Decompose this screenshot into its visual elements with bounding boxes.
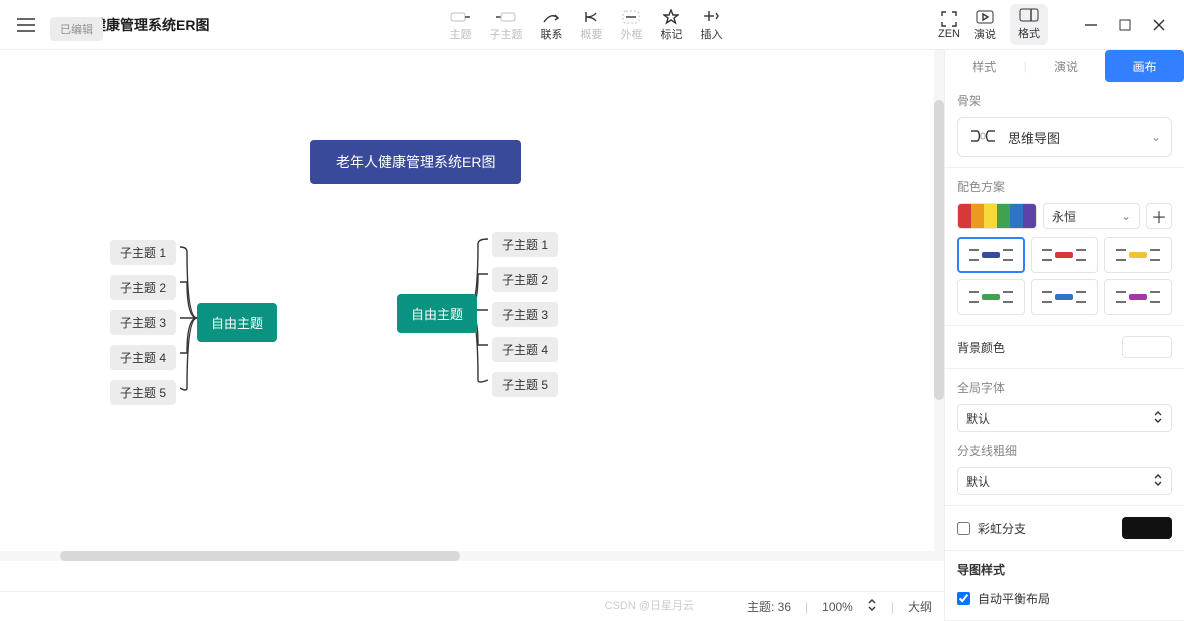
float2-sub-1[interactable]: 子主题 1 [492,232,558,257]
scheme-thumb[interactable] [1031,279,1099,315]
format-icon [1019,8,1039,25]
float2-sub-4[interactable]: 子主题 4 [492,337,558,362]
rainbow-color-swatch[interactable] [1122,517,1172,539]
skeleton-select[interactable]: 思维导图 ⌄ [957,117,1172,157]
maximize-button[interactable] [1116,18,1134,32]
scheme-thumb[interactable] [957,279,1025,315]
colors-label: 配色方案 [957,178,1172,195]
tool-subtopic[interactable]: 子主题 [489,8,522,42]
font-label: 全局字体 [957,379,1172,396]
tool-format[interactable]: 格式 [1010,4,1048,45]
relation-icon [540,8,562,26]
menu-button[interactable] [8,7,44,43]
format-panel: 样式 | 演说 画布 骨架 思维导图 ⌄ 配色方案 永恒⌄ ＋ 背景颜色 [944,50,1184,621]
canvas-area[interactable]: 老年人健康管理系统ER图 子主题 1 子主题 2 子主题 3 子主题 4 子主题… [0,50,944,621]
scheme-select[interactable]: 永恒⌄ [1043,203,1140,229]
palette-swatch [957,203,1037,229]
outline-button[interactable]: 大纲 [908,598,932,615]
central-topic[interactable]: 老年人健康管理系统ER图 [310,140,521,184]
zoom-stepper-icon[interactable] [867,598,877,615]
tool-topic[interactable]: 主题 [449,8,471,42]
tab-present[interactable]: 演说 [1027,50,1106,82]
right-toolbar: ZEN 演说 格式 [938,4,1176,45]
minimize-button[interactable] [1082,18,1100,32]
topic-icon [449,8,471,26]
font-select[interactable]: 默认 [957,404,1172,432]
tool-relation[interactable]: 联系 [540,8,562,42]
insert-icon [700,8,722,26]
float-topic-1[interactable]: 自由主题 [197,303,277,342]
float1-sub-4[interactable]: 子主题 4 [110,345,176,370]
scheme-thumb[interactable] [1104,237,1172,273]
chevron-down-icon: ⌄ [1121,209,1131,223]
skeleton-label: 骨架 [957,92,1172,109]
file-subtitle: 已编辑 [50,17,103,41]
tool-zen[interactable]: ZEN [938,10,960,40]
tool-boundary[interactable]: 外框 [620,8,642,42]
summary-icon [580,8,602,26]
branch-label: 分支线粗细 [957,442,1172,459]
float2-sub-3[interactable]: 子主题 3 [492,302,558,327]
file-title: 老年人健康管理系统ER图 已编辑 [50,15,209,35]
float1-sub-3[interactable]: 子主题 3 [110,310,176,335]
float1-sub-5[interactable]: 子主题 5 [110,380,176,405]
close-button[interactable] [1150,18,1168,32]
scheme-thumb[interactable] [1104,279,1172,315]
subtopic-icon [495,8,517,26]
boundary-icon [620,8,642,26]
float2-sub-5[interactable]: 子主题 5 [492,372,558,397]
skeleton-icon [968,126,998,149]
tab-style[interactable]: 样式 [945,50,1024,82]
main-toolbar: 主题 子主题 联系 概要 外框 标记 插入 [449,8,722,42]
canvas[interactable]: 老年人健康管理系统ER图 子主题 1 子主题 2 子主题 3 子主题 4 子主题… [0,50,944,591]
stepper-icon [1153,410,1163,427]
horizontal-scrollbar[interactable] [0,551,944,561]
topic-count: 主题: 36 [747,598,791,615]
vertical-scrollbar[interactable] [934,50,944,551]
float1-sub-1[interactable]: 子主题 1 [110,240,176,265]
scheme-thumb[interactable] [1031,237,1099,273]
rainbow-check[interactable]: 彩虹分支 [957,516,1026,540]
tool-present[interactable]: 演说 [974,8,996,42]
chevron-down-icon: ⌄ [1151,130,1161,144]
float1-sub-2[interactable]: 子主题 2 [110,275,176,300]
branch-select[interactable]: 默认 [957,467,1172,495]
stepper-icon [1153,473,1163,490]
tab-canvas[interactable]: 画布 [1105,50,1184,82]
float2-sub-2[interactable]: 子主题 2 [492,267,558,292]
add-scheme-button[interactable]: ＋ [1146,203,1172,229]
zoom-level[interactable]: 100% [822,600,853,614]
tool-marker[interactable]: 标记 [660,8,682,42]
bg-color-swatch[interactable] [1122,336,1172,358]
zen-icon [938,10,960,28]
bg-label: 背景颜色 [957,339,1005,356]
scheme-thumb[interactable] [957,237,1025,273]
mapstyle-label: 导图样式 [957,561,1172,578]
status-bar: 主题: 36 | 100% | 大纲 [0,591,944,621]
tool-summary[interactable]: 概要 [580,8,602,42]
auto-balance-check[interactable]: 自动平衡布局 [957,586,1172,610]
float-topic-2[interactable]: 自由主题 [397,294,477,333]
present-icon [974,8,996,26]
tool-insert[interactable]: 插入 [700,8,722,42]
marker-icon [660,8,682,26]
